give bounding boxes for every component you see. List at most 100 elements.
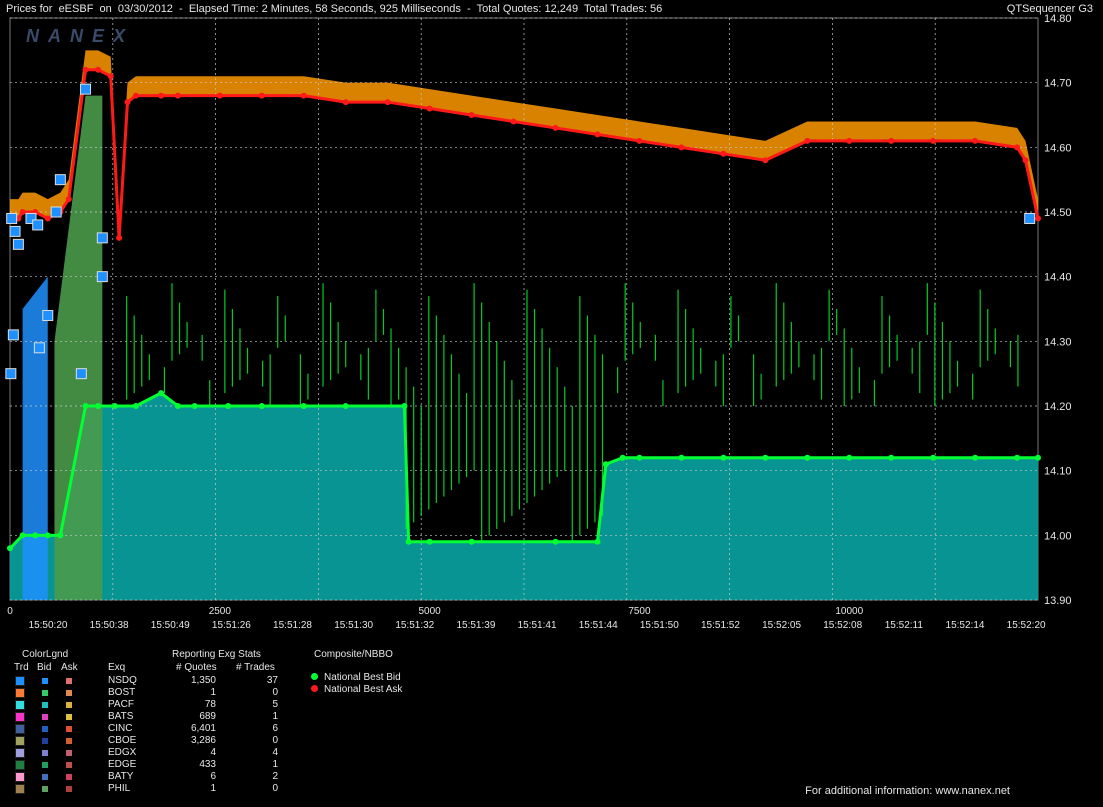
ask-point: [384, 99, 391, 106]
trade-count: 0: [272, 687, 278, 698]
x-time-label: 15:52:05: [762, 620, 801, 631]
footer-link[interactable]: For additional information: www.nanex.ne…: [805, 785, 1010, 797]
ask-point: [720, 150, 727, 157]
trade-count: 37: [266, 675, 278, 686]
quote-count: 1: [210, 783, 216, 794]
x-quote-tick: 5000: [419, 606, 442, 617]
ask-point: [95, 66, 102, 73]
bid-point: [258, 403, 265, 409]
ask-point: [216, 92, 223, 99]
quote-count: 433: [199, 759, 216, 770]
ask-point: [552, 124, 559, 131]
nbbo-bid-label: National Best Bid: [324, 672, 401, 683]
ask-point: [258, 92, 265, 99]
stats-title: Reporting Exg Stats: [172, 649, 261, 660]
x-time-label: 15:50:38: [90, 620, 129, 631]
exchange-name: PACF: [108, 699, 134, 710]
x-time-label: 15:52:11: [885, 620, 924, 631]
trade-marker: [42, 309, 54, 321]
bid-swatch: [42, 750, 48, 756]
ask-point: [930, 137, 937, 144]
bid-point: [225, 403, 232, 409]
bid-point: [804, 454, 811, 461]
bid-point: [32, 532, 39, 539]
ask-point: [594, 131, 601, 138]
trade-marker: [75, 368, 87, 380]
ask-swatch: [66, 750, 72, 756]
ask-point: [342, 99, 349, 106]
bid-point: [552, 538, 559, 545]
bid-swatch: [42, 702, 48, 708]
trd-swatch: [15, 724, 25, 734]
x-time-label: 15:52:08: [823, 620, 862, 631]
ask-point: [174, 92, 181, 99]
x-time-label: 15:51:30: [334, 620, 373, 631]
col-bid: Bid: [37, 662, 52, 673]
col-trd: Trd: [14, 662, 29, 673]
ask-swatch: [66, 702, 72, 708]
exchange-name: EDGX: [108, 747, 137, 758]
x-quote-tick: 0: [7, 606, 13, 617]
ask-swatch: [66, 738, 72, 744]
x-time-label: 15:50:20: [29, 620, 68, 631]
col-exq: Exq: [108, 662, 126, 673]
x-time-label: 15:52:20: [1007, 620, 1046, 631]
ask-point: [804, 137, 811, 144]
ask-point: [846, 137, 853, 144]
x-time-label: 15:51:50: [640, 620, 679, 631]
quote-count: 78: [204, 699, 216, 710]
nbbo-bid-swatch: [311, 673, 318, 680]
trade-marker: [54, 174, 66, 186]
x-time-label: 15:51:52: [701, 620, 740, 631]
bid-point: [594, 538, 601, 545]
ask-swatch: [66, 714, 72, 720]
ask-point: [19, 209, 26, 215]
exchange-name: BATY: [108, 771, 134, 782]
ask-point: [107, 73, 114, 80]
trd-swatch: [15, 760, 25, 770]
ask-point: [124, 99, 131, 106]
y-tick-label: 14.30: [1044, 336, 1072, 348]
quote-count: 3,286: [190, 735, 216, 746]
exchange-name: CINC: [108, 723, 133, 734]
bid-point: [401, 403, 408, 409]
trade-count: 1: [272, 759, 278, 770]
color-legend-title: ColorLgnd: [22, 649, 69, 660]
exchange-name: BATS: [108, 711, 134, 722]
y-tick-label: 14.50: [1044, 207, 1072, 219]
trade-marker: [1024, 212, 1036, 224]
ask-point: [762, 157, 769, 164]
quote-count: 6: [210, 771, 216, 782]
exchange-name: PHIL: [108, 783, 131, 794]
x-time-label: 15:51:44: [579, 620, 618, 631]
col-ask: Ask: [61, 662, 78, 673]
exchange-name: CBOE: [108, 735, 137, 746]
trade-marker: [12, 238, 24, 250]
bid-point: [132, 403, 139, 409]
bid-point: [1014, 454, 1021, 461]
bid-point: [636, 454, 643, 461]
ask-point: [44, 215, 51, 222]
exchange-name: NSDQ: [108, 675, 137, 686]
nsdq-region: [22, 276, 48, 600]
bid-point: [846, 454, 853, 461]
ask-point: [678, 144, 685, 151]
trade-count: 1: [272, 711, 278, 722]
exchange-name: EDGE: [108, 759, 137, 770]
bid-point: [602, 461, 609, 468]
ask-point: [888, 137, 895, 144]
bid-swatch: [42, 714, 48, 720]
bid-point: [82, 403, 89, 409]
ask-point: [300, 92, 307, 99]
x-time-label: 15:51:26: [212, 620, 251, 631]
x-time-label: 15:50:49: [151, 620, 190, 631]
bid-swatch: [42, 774, 48, 780]
trade-marker: [33, 342, 45, 354]
bid-swatch: [42, 738, 48, 744]
bid-point: [300, 403, 307, 409]
trd-swatch: [15, 700, 25, 710]
y-tick-label: 14.70: [1044, 78, 1072, 90]
ask-point: [468, 112, 475, 118]
bid-point: [342, 403, 349, 409]
col-quotes: # Quotes: [176, 662, 217, 673]
